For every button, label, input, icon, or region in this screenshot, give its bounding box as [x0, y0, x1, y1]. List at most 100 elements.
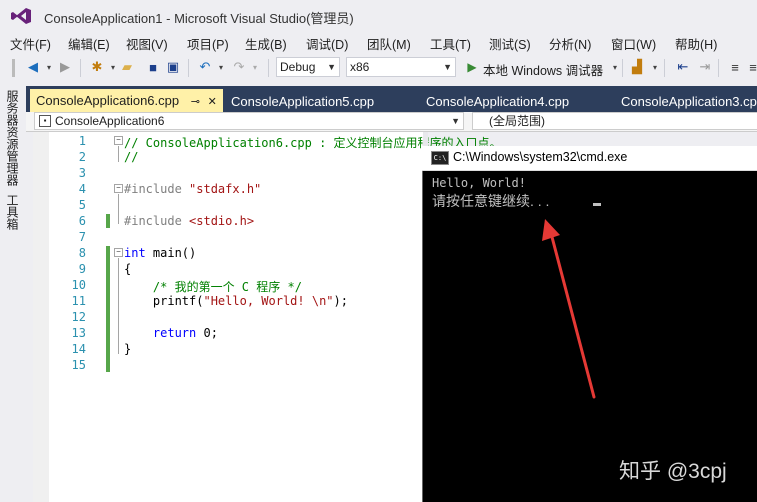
undo-dropdown-icon[interactable]: ▾ — [212, 58, 230, 76]
pin-icon[interactable]: ⊸ — [191, 96, 200, 108]
tab-label: ConsoleApplication6.cpp — [36, 93, 180, 108]
menu-file[interactable]: 文件(F) — [10, 34, 51, 53]
save-all-icon[interactable]: ▣ — [164, 58, 182, 76]
annotation-arrow-icon — [542, 219, 596, 399]
menu-team[interactable]: 团队(M) — [367, 34, 411, 53]
menu-debug[interactable]: 调试(D) — [306, 34, 348, 53]
platform-select[interactable]: x86 ▼ — [346, 57, 456, 77]
fold-guide — [118, 146, 119, 162]
project-icon: ▪ — [39, 115, 51, 127]
toolbar-separator — [188, 59, 189, 77]
line-number: 10 — [71, 278, 86, 292]
code-line[interactable]: { — [124, 262, 131, 276]
line-number: 3 — [78, 166, 86, 180]
title-bar: ConsoleApplication1 - Microsoft Visual S… — [0, 0, 757, 32]
line-number: 8 — [78, 246, 86, 260]
uncomment-icon[interactable]: ≡ — [744, 58, 757, 76]
indicator-margin — [33, 132, 49, 502]
open-folder-icon[interactable]: ▰ — [118, 58, 136, 76]
line-number: 14 — [71, 342, 86, 356]
side-tool-strip: 服务器资源管理器 工具箱 — [0, 86, 26, 502]
code-line[interactable]: /* 我的第一个 C 程序 */ — [124, 278, 302, 295]
line-number: 2 — [78, 150, 86, 164]
tab-consoleapplication5[interactable]: ConsoleApplication5.cpp — [225, 91, 380, 112]
menu-bar: 文件(F) 编辑(E) 视图(V) 项目(P) 生成(B) 调试(D) 团队(M… — [0, 32, 757, 52]
console-cursor — [593, 203, 601, 206]
console-icon: C:\ — [431, 151, 449, 165]
visual-studio-logo-icon — [11, 8, 31, 24]
code-line[interactable]: return 0; — [124, 326, 218, 340]
code-line[interactable]: #include <stdio.h> — [124, 214, 254, 228]
line-number: 4 — [78, 182, 86, 196]
console-output-line: Hello, World! — [432, 176, 526, 190]
toolbar-separator — [718, 59, 719, 77]
menu-view[interactable]: 视图(V) — [126, 34, 168, 53]
watermark: 知乎 @3cpj — [619, 460, 727, 483]
fold-toggle-icon[interactable]: − — [114, 136, 123, 145]
navigation-bar: ▪ ConsoleApplication6 ▼ (全局范围) — [26, 112, 757, 132]
configuration-select[interactable]: Debug ▼ — [276, 57, 340, 77]
fold-guide — [118, 258, 119, 354]
configuration-value: Debug — [280, 60, 316, 74]
find-in-files-icon[interactable]: ▟ — [628, 58, 646, 76]
chevron-down-icon: ▼ — [327, 62, 336, 72]
find-dropdown-icon[interactable]: ▾ — [646, 58, 664, 76]
console-prompt-line: 请按任意键继续. . . — [432, 193, 550, 209]
start-debug-button[interactable]: 本地 Windows 调试器 — [483, 60, 603, 79]
code-line[interactable]: printf("Hello, World! \n"); — [124, 294, 348, 308]
toolbar-separator — [268, 59, 269, 77]
code-line[interactable]: #include "stdafx.h" — [124, 182, 261, 196]
step-icon[interactable]: ⇤ — [674, 58, 692, 76]
line-number: 5 — [78, 198, 86, 212]
line-number: 13 — [71, 326, 86, 340]
menu-analyze[interactable]: 分析(N) — [549, 34, 591, 53]
fold-toggle-icon[interactable]: − — [114, 184, 123, 193]
menu-tools[interactable]: 工具(T) — [430, 34, 471, 53]
tab-consoleapplication4[interactable]: ConsoleApplication4.cpp — [420, 91, 575, 112]
toolbar-grip[interactable] — [12, 59, 15, 77]
project-name: ConsoleApplication6 — [55, 114, 165, 128]
line-number: 6 — [78, 214, 86, 228]
code-line[interactable]: // — [124, 150, 138, 164]
window-title: ConsoleApplication1 - Microsoft Visual S… — [44, 11, 354, 26]
toolbar-separator — [80, 59, 81, 77]
redo-dropdown-icon[interactable]: ▾ — [246, 58, 264, 76]
line-number: 7 — [78, 230, 86, 244]
console-title: C:\Windows\system32\cmd.exe — [453, 150, 628, 164]
server-explorer-tab[interactable]: 服务器资源管理器 — [5, 90, 21, 186]
tab-consoleapplication6[interactable]: ConsoleApplication6.cpp ⊸ ✕ — [30, 89, 223, 112]
line-number: 1 — [78, 134, 86, 148]
menu-test[interactable]: 测试(S) — [489, 34, 531, 53]
toolbar: ◀ ▾ ▶ ✱ ▾ ▰ ■ ▣ ↶ ▾ ↷ ▾ Debug ▼ x86 ▼ ▶ … — [0, 54, 757, 82]
close-icon[interactable]: ✕ — [208, 96, 217, 108]
toolbar-separator — [622, 59, 623, 77]
platform-value: x86 — [350, 60, 370, 74]
forward-icon[interactable]: ▶ — [56, 58, 74, 76]
line-number: 15 — [71, 358, 86, 372]
menu-build[interactable]: 生成(B) — [245, 34, 287, 53]
outdent-icon[interactable]: ⇥ — [696, 58, 714, 76]
change-indicator — [106, 214, 110, 228]
toolbox-tab[interactable]: 工具箱 — [5, 194, 21, 230]
change-indicator — [106, 246, 110, 372]
scope-dropdown[interactable]: (全局范围) — [472, 112, 757, 130]
chevron-down-icon: ▼ — [451, 116, 460, 126]
document-tabs: ConsoleApplication6.cpp ⊸ ✕ ConsoleAppli… — [26, 86, 757, 112]
fold-toggle-icon[interactable]: − — [114, 248, 123, 257]
line-number: 12 — [71, 310, 86, 324]
scope-value: (全局范围) — [489, 114, 545, 128]
start-debug-icon[interactable]: ▶ — [463, 58, 481, 76]
code-line[interactable]: } — [124, 342, 131, 356]
menu-window[interactable]: 窗口(W) — [611, 34, 656, 53]
menu-project[interactable]: 项目(P) — [187, 34, 229, 53]
toolbar-separator — [664, 59, 665, 77]
line-number: 9 — [78, 262, 86, 276]
menu-help[interactable]: 帮助(H) — [675, 34, 717, 53]
project-dropdown[interactable]: ▪ ConsoleApplication6 ▼ — [34, 112, 464, 130]
code-line[interactable]: int main() — [124, 246, 196, 260]
comment-icon[interactable]: ≡ — [726, 58, 744, 76]
menu-edit[interactable]: 编辑(E) — [68, 34, 110, 53]
tab-consoleapplication3[interactable]: ConsoleApplication3.cpp — [615, 91, 757, 112]
fold-guide — [118, 194, 119, 224]
save-icon[interactable]: ■ — [144, 58, 162, 76]
